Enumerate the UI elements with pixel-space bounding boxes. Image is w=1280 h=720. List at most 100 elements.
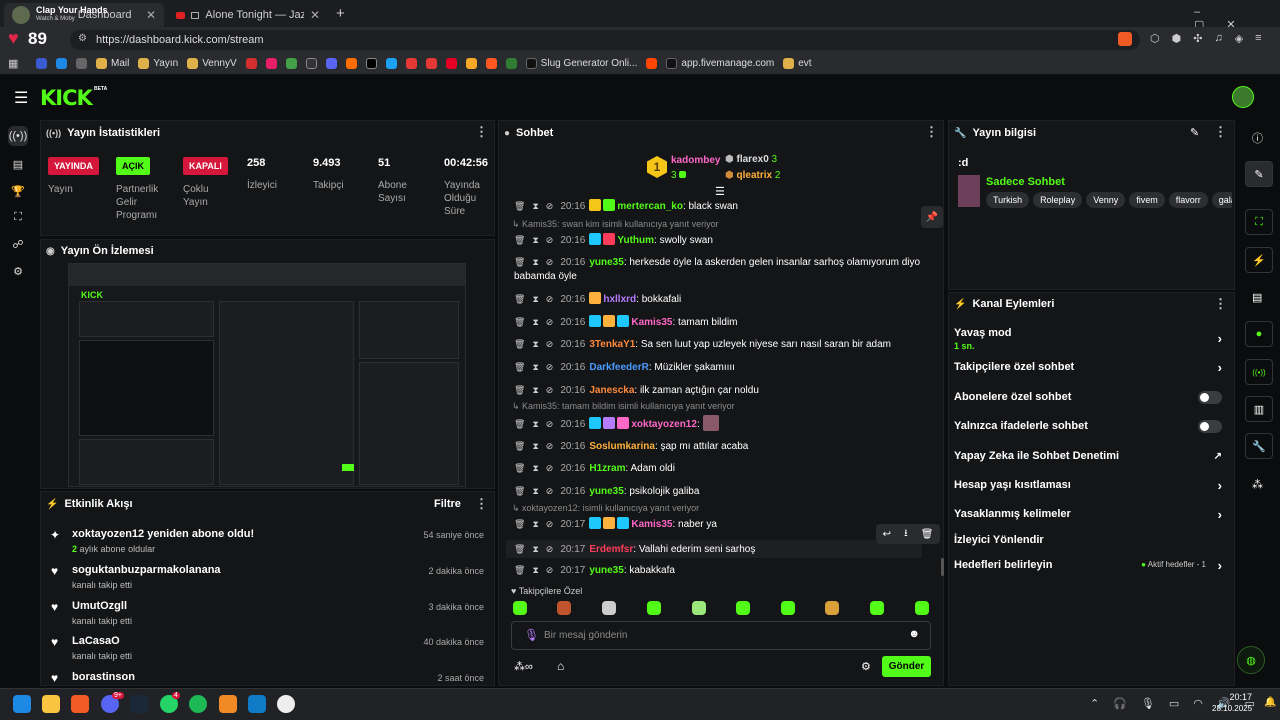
bookmark-icon[interactable]: [405, 58, 417, 69]
chat-message[interactable]: 🗑 ⧗ ⊘ 20:16 H1zram: Adam oldi: [514, 461, 930, 476]
chat-menu-icon[interactable]: ⋮: [925, 124, 938, 140]
timeout-icon[interactable]: ⧗: [532, 463, 538, 473]
category-image[interactable]: [958, 175, 980, 207]
bolt-sidebar-icon[interactable]: ⚡: [1245, 247, 1273, 273]
username[interactable]: Kamis35: [631, 317, 672, 328]
rail-trophy-icon[interactable]: 🏆: [8, 181, 28, 201]
username[interactable]: 3TenkaY1: [589, 339, 635, 350]
username[interactable]: mertercan_ko: [617, 201, 683, 212]
chat-message[interactable]: 🗑 ⧗ ⊘ 20:16 3TenkaY1: Sa sen luut yap uzleye…: [514, 337, 930, 352]
bookmark-icon[interactable]: [36, 58, 47, 69]
ban-icon[interactable]: ⊘: [546, 294, 554, 304]
subscribers-only-row[interactable]: Abonelere özel sohbet: [954, 391, 1226, 404]
username[interactable]: hxllxrd: [603, 294, 636, 305]
bookmark-icon[interactable]: [385, 58, 397, 69]
activity-item[interactable]: ♥ soguktanbuzparmakolanana kanalı takip e…: [51, 564, 492, 590]
username[interactable]: xoktayozen12: [631, 419, 697, 430]
activity-item[interactable]: ♥ LaCasaO kanalı takip etti 40 dakika önc…: [51, 635, 492, 661]
chat-message[interactable]: 🗑 ⧗ ⊘ 20:16 Kamis35: tamam bildim: [514, 315, 930, 330]
bookmark-icon[interactable]: [465, 58, 477, 69]
ai-moderation-row[interactable]: Yapay Zeka ile Sohbet Denetimi ↗: [954, 450, 1226, 462]
youtube-icon[interactable]: [425, 58, 437, 69]
username[interactable]: Erdemfsr: [589, 544, 633, 555]
ban-icon[interactable]: ⊘: [546, 544, 554, 554]
ban-icon[interactable]: ⊘: [546, 519, 554, 529]
delete-icon[interactable]: 🗑: [514, 544, 525, 554]
chat-message[interactable]: 🗑 ⧗ ⊘ 20:16 xoktayozen12:: [514, 415, 930, 432]
emote-icon[interactable]: [647, 601, 661, 615]
ban-icon[interactable]: ⊘: [546, 339, 554, 349]
bookmark-mail[interactable]: Mail: [96, 58, 129, 69]
document-icon[interactable]: ▤: [1252, 291, 1262, 304]
delete-icon[interactable]: 🗑: [514, 565, 525, 575]
apps-grid-icon[interactable]: ▦: [8, 57, 18, 70]
ban-icon[interactable]: ⊘: [546, 463, 554, 473]
timeout-icon[interactable]: ⧗: [532, 419, 538, 429]
followers-only-row[interactable]: Takipçilere özel sohbet ›: [954, 360, 1226, 375]
close-tab-icon[interactable]: ✕: [310, 8, 320, 22]
tag[interactable]: Venny: [1086, 192, 1126, 208]
ban-icon[interactable]: ⊘: [546, 201, 554, 211]
wrench-sidebar-icon[interactable]: 🔧: [1245, 433, 1273, 459]
delete-icon[interactable]: 🗑: [514, 441, 525, 451]
tag[interactable]: Turkish: [986, 192, 1030, 208]
url-bar[interactable]: ⚙ https://dashboard.kick.com/stream: [70, 30, 1140, 50]
username[interactable]: Soslumkarina: [589, 441, 655, 452]
tab-dashboard[interactable]: Clap Your Hands Watch & Moby Dashboard ✕: [4, 3, 164, 27]
file-explorer-icon[interactable]: [42, 695, 60, 713]
chat-message[interactable]: 🗑 ⧗ ⊘ 20:17 Kamis35: naber ya: [514, 517, 930, 532]
host-row[interactable]: İzleyici Yönlendir: [954, 534, 1226, 546]
extension-icons[interactable]: ⬡ ⬢ ✣ ♫ ◈ ≡: [1150, 32, 1262, 45]
chat-message[interactable]: 🗑 ⧗ ⊘ 20:16 mertercan_ko: black swan: [514, 199, 930, 214]
assistant-icon[interactable]: ◍: [1237, 646, 1265, 674]
emote-icon[interactable]: [602, 601, 616, 615]
points-icon[interactable]: ⁂∞: [514, 660, 533, 673]
layout-sidebar-icon[interactable]: ▥: [1245, 396, 1273, 422]
timeout-icon[interactable]: ⧗: [532, 317, 538, 327]
collapse-leaderboard-icon[interactable]: ☰: [715, 185, 725, 198]
steam-icon[interactable]: [130, 695, 148, 713]
rail-stream-icon[interactable]: ((•)): [8, 126, 28, 146]
bookmark-fivemanage[interactable]: app.fivemanage.com: [666, 58, 774, 69]
username[interactable]: H1zram: [589, 463, 625, 474]
username[interactable]: Yuthum: [617, 235, 654, 246]
stream-preview-video[interactable]: KICK: [68, 263, 466, 487]
rail-analytics-icon[interactable]: ▤: [8, 154, 28, 174]
kick-logo[interactable]: KICK: [40, 86, 93, 110]
timeout-icon[interactable]: ⧗: [532, 257, 538, 267]
username[interactable]: yune35: [589, 257, 623, 268]
bookmark-icon[interactable]: [76, 58, 87, 69]
obs-icon[interactable]: [277, 695, 295, 713]
tag[interactable]: Roleplay: [1033, 192, 1083, 208]
info-menu-icon[interactable]: ⋮: [1214, 124, 1227, 140]
tag[interactable]: fivem: [1129, 192, 1165, 208]
new-tab-button[interactable]: +: [336, 5, 345, 22]
emote-icon[interactable]: [870, 601, 884, 615]
chat-message[interactable]: 🗑 ⧗ ⊘ 20:16 yune35: herkesde öyle la askerde…: [514, 255, 930, 284]
bookmark-icon[interactable]: [485, 58, 497, 69]
brave-icon[interactable]: [71, 695, 89, 713]
app-icon[interactable]: [248, 695, 266, 713]
ban-icon[interactable]: ⊘: [546, 486, 554, 496]
username[interactable]: yune35: [589, 486, 623, 497]
emote-icon[interactable]: [557, 601, 571, 615]
bookmark-icon[interactable]: [265, 58, 277, 69]
emotes-only-row[interactable]: Yalnızca ifadelerle sohbet: [954, 420, 1226, 433]
ban-icon[interactable]: ⊘: [546, 385, 554, 395]
spotify-icon[interactable]: [189, 695, 207, 713]
bookmark-icon[interactable]: [325, 58, 337, 69]
timeout-icon[interactable]: ⧗: [532, 235, 538, 245]
activity-item[interactable]: ♥ UmutOzgll kanalı takip etti 3 dakika ön…: [51, 600, 492, 626]
bookmark-icon[interactable]: [305, 58, 317, 69]
close-tab-icon[interactable]: ✕: [146, 8, 156, 22]
bookmark-vennyv[interactable]: VennyV: [187, 58, 237, 69]
username[interactable]: Kamis35: [631, 519, 672, 530]
info-icon[interactable]: ⓘ: [1252, 130, 1263, 146]
microphone-icon[interactable]: 🎙: [524, 628, 539, 642]
timeout-icon[interactable]: ⧗: [532, 294, 538, 304]
chat-message[interactable]: 🗑 ⧗ ⊘ 20:16 DarkfeederR: Müzikler şakamıııı: [514, 360, 930, 375]
delete-icon[interactable]: 🗑: [514, 201, 525, 211]
timeout-icon[interactable]: ⧗: [532, 486, 538, 496]
timeout-icon[interactable]: ⧗: [532, 519, 538, 529]
ban-icon[interactable]: ⊘: [546, 257, 554, 267]
